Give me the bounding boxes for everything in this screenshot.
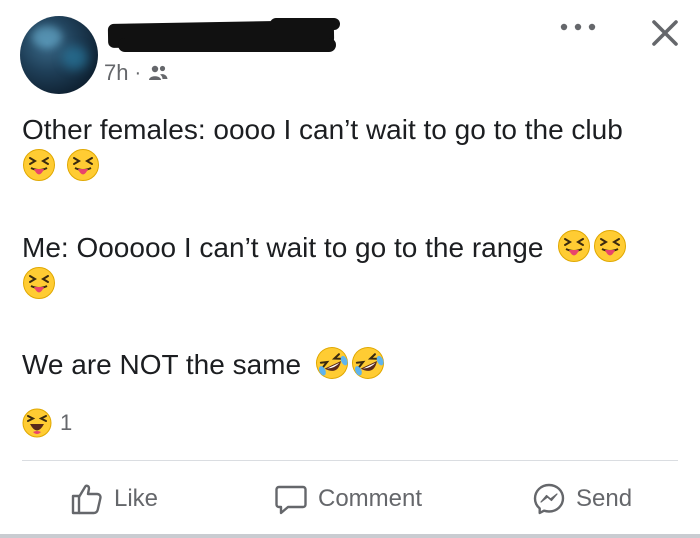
like-button[interactable]: Like xyxy=(70,470,158,528)
bottom-separator xyxy=(0,534,700,538)
post-text-1: Other females: oooo I can’t wait to go t… xyxy=(22,114,623,145)
thumbs-up-icon xyxy=(71,484,102,515)
haha-reaction-icon xyxy=(22,408,52,438)
post-paragraph-1: Other females: oooo I can’t wait to go t… xyxy=(22,112,682,185)
send-label: Send xyxy=(576,485,633,512)
messenger-icon xyxy=(533,483,565,515)
squinting-tongue-emoji xyxy=(594,230,627,262)
friends-icon xyxy=(149,65,168,80)
post-time[interactable]: 7h xyxy=(104,60,128,86)
post-meta: 7h · xyxy=(104,60,169,86)
squinting-tongue-emoji xyxy=(23,149,55,181)
post-actions: Like Comment Send xyxy=(0,470,700,528)
reaction-count: 1 xyxy=(60,410,73,435)
avatar[interactable] xyxy=(20,16,98,94)
reaction-summary[interactable]: 1 xyxy=(22,408,72,438)
meta-separator: · xyxy=(134,61,142,84)
post-paragraph-2: Me: Oooooo I can’t wait to go to the ran… xyxy=(22,229,682,303)
squinting-tongue-emoji xyxy=(66,149,99,181)
comment-label: Comment xyxy=(318,485,423,512)
comment-button[interactable]: Comment xyxy=(274,470,422,528)
post-header: 7h · xyxy=(0,0,700,100)
post-text-3: We are NOT the same xyxy=(22,349,302,380)
post-paragraph-3: We are NOT the same xyxy=(22,346,682,383)
send-button[interactable]: Send xyxy=(532,470,632,528)
more-options-icon[interactable] xyxy=(556,17,600,37)
squinting-tongue-emoji xyxy=(23,267,55,299)
rolling-laughing-emoji xyxy=(315,347,348,379)
close-icon[interactable] xyxy=(650,18,680,48)
post-text-2: Me: Oooooo I can’t wait to go to the ran… xyxy=(22,232,544,263)
squinting-tongue-emoji xyxy=(558,230,591,262)
divider xyxy=(22,460,678,461)
rolling-laughing-emoji xyxy=(351,347,384,379)
like-label: Like xyxy=(114,485,159,512)
comment-icon xyxy=(275,485,307,515)
